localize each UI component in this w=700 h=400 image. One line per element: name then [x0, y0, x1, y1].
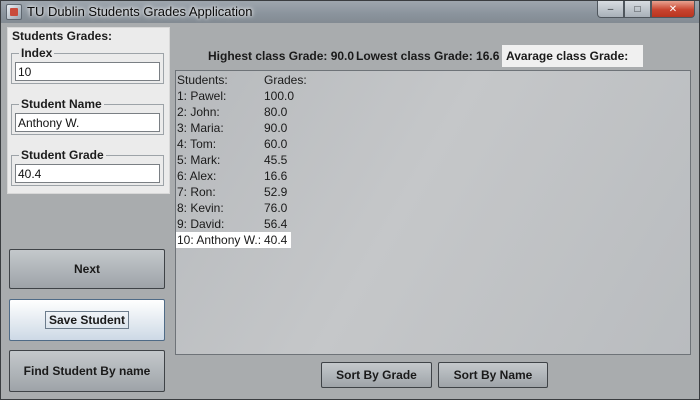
student-name: 8: Kevin: [177, 201, 224, 215]
window-title: TU Dublin Students Grades Application [27, 4, 253, 19]
maximize-icon: □ [634, 3, 641, 15]
student-grade: 16.6 [264, 169, 288, 183]
index-label: Index [19, 46, 55, 60]
sort-by-name-label: Sort By Name [453, 368, 533, 382]
sort-by-name-button[interactable]: Sort By Name [438, 362, 548, 388]
student-name: 7: Ron: [177, 185, 216, 199]
student-grade: 60.0 [264, 137, 288, 151]
index-field-group: Index [11, 46, 164, 84]
student-grade-field-group: Student Grade [11, 148, 164, 186]
list-item-selected[interactable]: 10: Anthony W.: 40.4 [176, 232, 291, 248]
student-name: 6: Alex: [177, 169, 217, 183]
student-name: 4: Tom: [177, 137, 217, 151]
group-title: Students Grades: [12, 29, 113, 43]
student-name: 10: Anthony W.: [177, 233, 262, 247]
save-student-button-label: Save Student [44, 311, 130, 329]
index-input[interactable] [15, 62, 160, 81]
student-grade: 76.0 [264, 201, 288, 215]
minimize-button[interactable]: – [597, 1, 624, 18]
title-bar[interactable]: TU Dublin Students Grades Application – … [1, 1, 699, 23]
students-column-header: Students: [177, 73, 228, 87]
window-controls: – □ ✕ [597, 1, 695, 19]
app-window: TU Dublin Students Grades Application – … [0, 0, 700, 400]
student-grade: 40.4 [264, 233, 288, 247]
close-button[interactable]: ✕ [651, 1, 695, 18]
lowest-grade-label: Lowest class Grade: 16.6 [356, 49, 500, 63]
students-list[interactable]: Students: Grades: 1: Pawel: 100.0 2: Joh… [175, 70, 691, 355]
app-icon [6, 4, 22, 20]
student-grade: 100.0 [264, 89, 295, 103]
student-name: 3: Maria: [177, 121, 224, 135]
student-grade-label: Student Grade [19, 148, 106, 162]
sort-by-grade-label: Sort By Grade [336, 368, 417, 382]
student-name-field-group: Student Name [11, 97, 164, 135]
student-name-input[interactable] [15, 113, 160, 132]
student-grade: 45.5 [264, 153, 288, 167]
close-icon: ✕ [668, 3, 678, 15]
next-button[interactable]: Next [9, 249, 165, 289]
next-button-label: Next [73, 262, 100, 276]
find-student-button-label: Find Student By name [23, 364, 151, 378]
save-student-button[interactable]: Save Student [9, 299, 165, 341]
student-grade-input[interactable] [15, 164, 160, 183]
student-grade: 52.9 [264, 185, 288, 199]
average-grade-label: Avarage class Grade: 61.78 [502, 45, 643, 85]
student-name: 5: Mark: [177, 153, 221, 167]
minimize-icon: – [607, 3, 614, 15]
student-name: 2: John: [177, 105, 220, 119]
find-student-button[interactable]: Find Student By name [9, 350, 165, 392]
student-name-label: Student Name [19, 97, 104, 111]
student-name: 9: David: [177, 217, 225, 231]
student-grade: 80.0 [264, 105, 288, 119]
students-grades-group: Students Grades: Index Student Name Stud… [7, 27, 170, 194]
student-name: 1: Pawel: [177, 89, 227, 103]
sort-by-grade-button[interactable]: Sort By Grade [321, 362, 432, 388]
student-grade: 56.4 [264, 217, 288, 231]
maximize-button[interactable]: □ [624, 1, 651, 18]
student-grade: 90.0 [264, 121, 288, 135]
highest-grade-label: Highest class Grade: 90.0 [208, 49, 355, 63]
grades-column-header: Grades: [264, 73, 307, 87]
